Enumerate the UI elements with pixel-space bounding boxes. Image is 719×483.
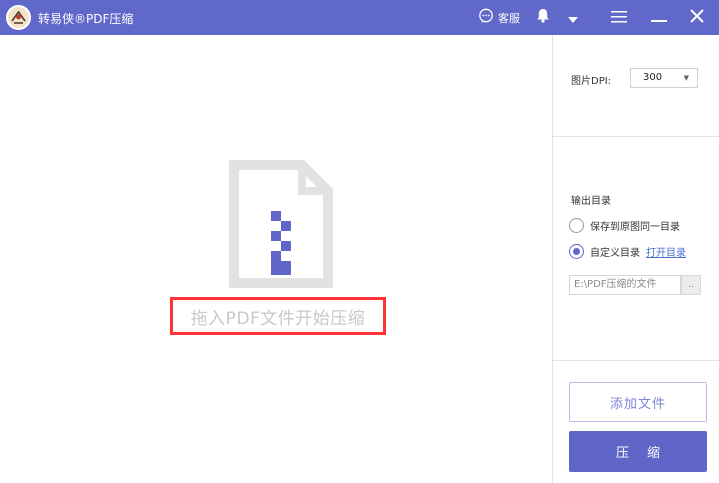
dpi-value: 300: [643, 72, 663, 83]
app-title: 转易侠®PDF压缩: [38, 12, 134, 26]
open-dir-link[interactable]: 打开目录: [646, 244, 686, 259]
drop-hint-highlight: 拖入PDF文件开始压缩: [170, 297, 386, 335]
option-same-dir[interactable]: 保存到原图同一目录: [569, 218, 680, 233]
title-bar: 转易侠®PDF压缩 客服: [0, 0, 719, 35]
close-icon: [690, 8, 704, 27]
file-drop-area[interactable]: 拖入PDF文件开始压缩: [0, 35, 552, 483]
section-divider: [553, 136, 719, 137]
app-logo-icon: [6, 5, 31, 30]
section-divider: [553, 360, 719, 361]
minimize-button[interactable]: [648, 0, 670, 35]
option-same-dir-label: 保存到原图同一目录: [590, 222, 680, 233]
dpi-select[interactable]: 300 ▼: [630, 68, 698, 88]
option-custom-dir-label: 自定义目录: [590, 248, 640, 259]
notification-button[interactable]: [534, 0, 552, 35]
output-dir-label: 输出目录: [571, 196, 611, 207]
output-path-field[interactable]: E:\PDF压缩的文件: [569, 275, 681, 295]
radio-same-dir[interactable]: [569, 218, 584, 233]
chat-icon: [478, 8, 494, 27]
chevron-down-icon: [568, 8, 578, 27]
hamburger-menu-icon: [611, 8, 627, 27]
account-dropdown-button[interactable]: [566, 0, 580, 35]
option-custom-dir[interactable]: 自定义目录 打开目录: [569, 244, 686, 259]
browse-button[interactable]: ..: [681, 275, 701, 295]
radio-custom-dir[interactable]: [569, 244, 584, 259]
compress-button[interactable]: 压缩: [569, 431, 707, 472]
menu-button[interactable]: [608, 0, 630, 35]
close-button[interactable]: [686, 0, 708, 35]
support-button[interactable]: 客服: [478, 0, 526, 35]
bell-icon: [536, 8, 550, 27]
dpi-label: 图片DPI:: [571, 76, 612, 87]
chevron-down-icon: ▼: [683, 74, 689, 82]
zip-file-icon: [228, 159, 334, 293]
support-label: 客服: [498, 11, 520, 25]
minimize-icon: [651, 8, 667, 27]
settings-panel: 图片DPI: 300 ▼ 输出目录 保存到原图同一目录 自定义目录 打开目录 E:…: [552, 35, 719, 483]
add-file-button[interactable]: 添加文件: [569, 382, 707, 422]
drop-hint-text: 拖入PDF文件开始压缩: [190, 308, 366, 329]
